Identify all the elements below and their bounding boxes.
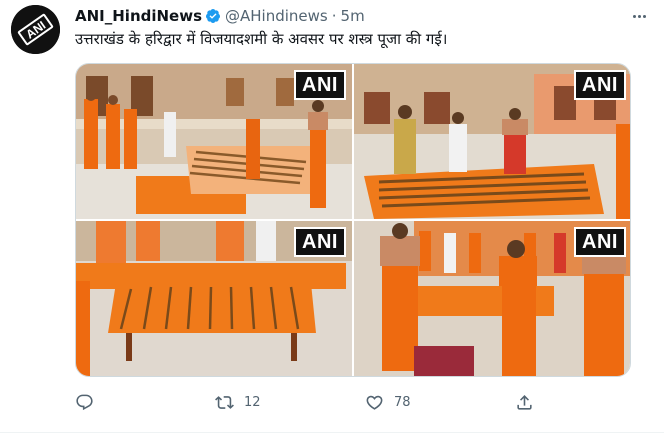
more-options-icon[interactable] bbox=[628, 7, 650, 25]
tweet-card[interactable]: ANI ANI_HindiNews @AHindinews · 5m उत्तर… bbox=[0, 0, 664, 433]
header-separator: · bbox=[331, 7, 337, 25]
tweet-timestamp[interactable]: 5m bbox=[341, 7, 365, 25]
media-photo-1[interactable]: ANI bbox=[76, 64, 352, 219]
ani-watermark: ANI bbox=[294, 227, 346, 257]
share-icon bbox=[517, 394, 532, 410]
media-photo-3[interactable]: ANI bbox=[76, 221, 352, 376]
media-photo-2[interactable]: ANI bbox=[354, 64, 630, 219]
retweet-button[interactable]: 12 bbox=[215, 391, 261, 413]
ani-watermark: ANI bbox=[574, 227, 626, 257]
tweet-header: ANI_HindiNews @AHindinews · 5m bbox=[75, 5, 365, 27]
share-button[interactable] bbox=[515, 391, 544, 413]
tweet-actions: 12 78 bbox=[75, 391, 565, 413]
like-button[interactable]: 78 bbox=[365, 391, 411, 413]
like-icon bbox=[366, 395, 383, 410]
like-count: 78 bbox=[394, 394, 411, 410]
reply-button[interactable] bbox=[75, 391, 104, 413]
ani-logo: ANI bbox=[11, 5, 60, 54]
verified-badge-icon bbox=[206, 9, 221, 23]
author-name[interactable]: ANI_HindiNews bbox=[75, 7, 202, 25]
retweet-count: 12 bbox=[244, 394, 261, 410]
tweet-text: उत्तराखंड के हरिद्वार में विजयादशमी के अ… bbox=[75, 30, 448, 48]
author-avatar[interactable]: ANI bbox=[11, 5, 60, 54]
ani-watermark: ANI bbox=[574, 70, 626, 100]
retweet-icon bbox=[215, 395, 234, 409]
media-photo-4[interactable]: ANI bbox=[354, 221, 630, 376]
reply-icon bbox=[76, 394, 93, 410]
author-handle[interactable]: @AHindinews bbox=[225, 7, 328, 25]
tweet-media-grid: ANI ANI ANI ANI bbox=[75, 63, 631, 377]
ani-watermark: ANI bbox=[294, 70, 346, 100]
